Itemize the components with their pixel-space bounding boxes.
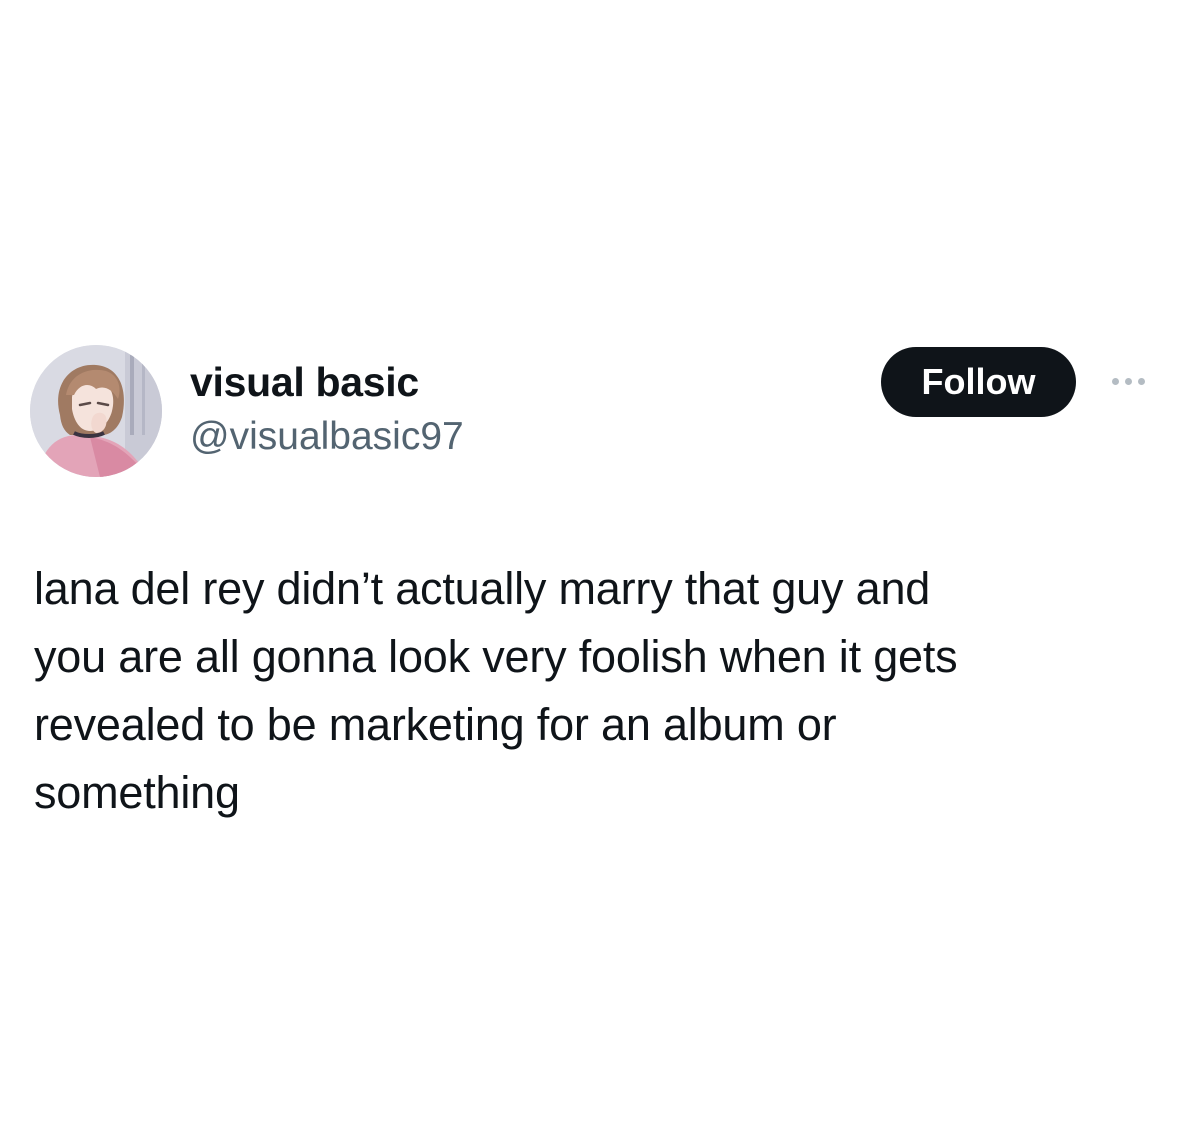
more-dots-icon[interactable] xyxy=(1100,366,1156,396)
more-dot xyxy=(1137,377,1145,385)
anime-avatar-image xyxy=(30,345,162,477)
tweet-card: visual basic @visualbasic97 Follow lana … xyxy=(0,0,1179,1140)
tweet-text-line: lana del rey didn’t actually marry that … xyxy=(34,563,931,614)
user-handle[interactable]: @visualbasic97 xyxy=(190,414,464,460)
avatar[interactable] xyxy=(30,345,162,477)
tweet-text-line: you are all gonna look very foolish when… xyxy=(34,631,958,682)
tweet-text-line: revealed to be marketing for an album or xyxy=(34,699,837,750)
more-dot xyxy=(1124,377,1132,385)
follow-button[interactable]: Follow xyxy=(881,347,1076,417)
display-name[interactable]: visual basic xyxy=(190,358,419,406)
tweet-text: lana del rey didn’t actually marry that … xyxy=(34,555,1154,827)
more-dot xyxy=(1111,377,1119,385)
tweet-text-line: something xyxy=(34,767,240,818)
